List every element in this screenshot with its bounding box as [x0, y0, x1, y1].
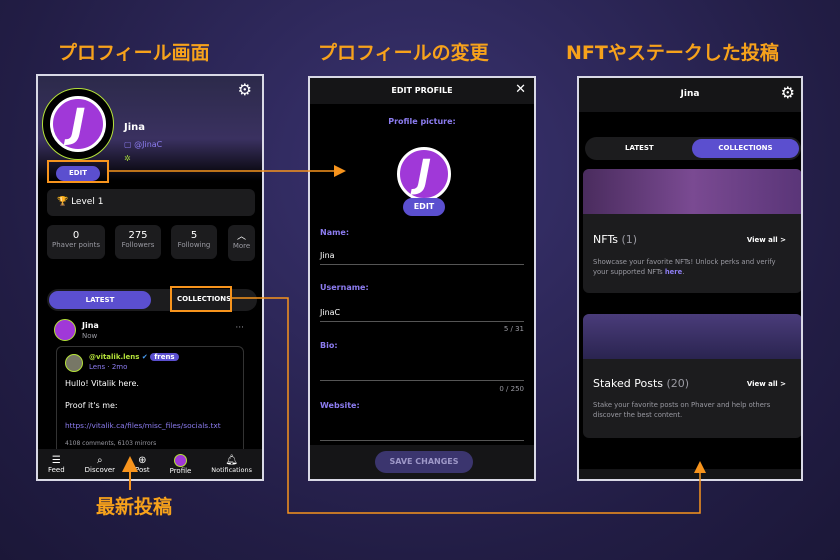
arrow-collections: [232, 297, 706, 514]
annotation-arrows: [109, 165, 706, 514]
